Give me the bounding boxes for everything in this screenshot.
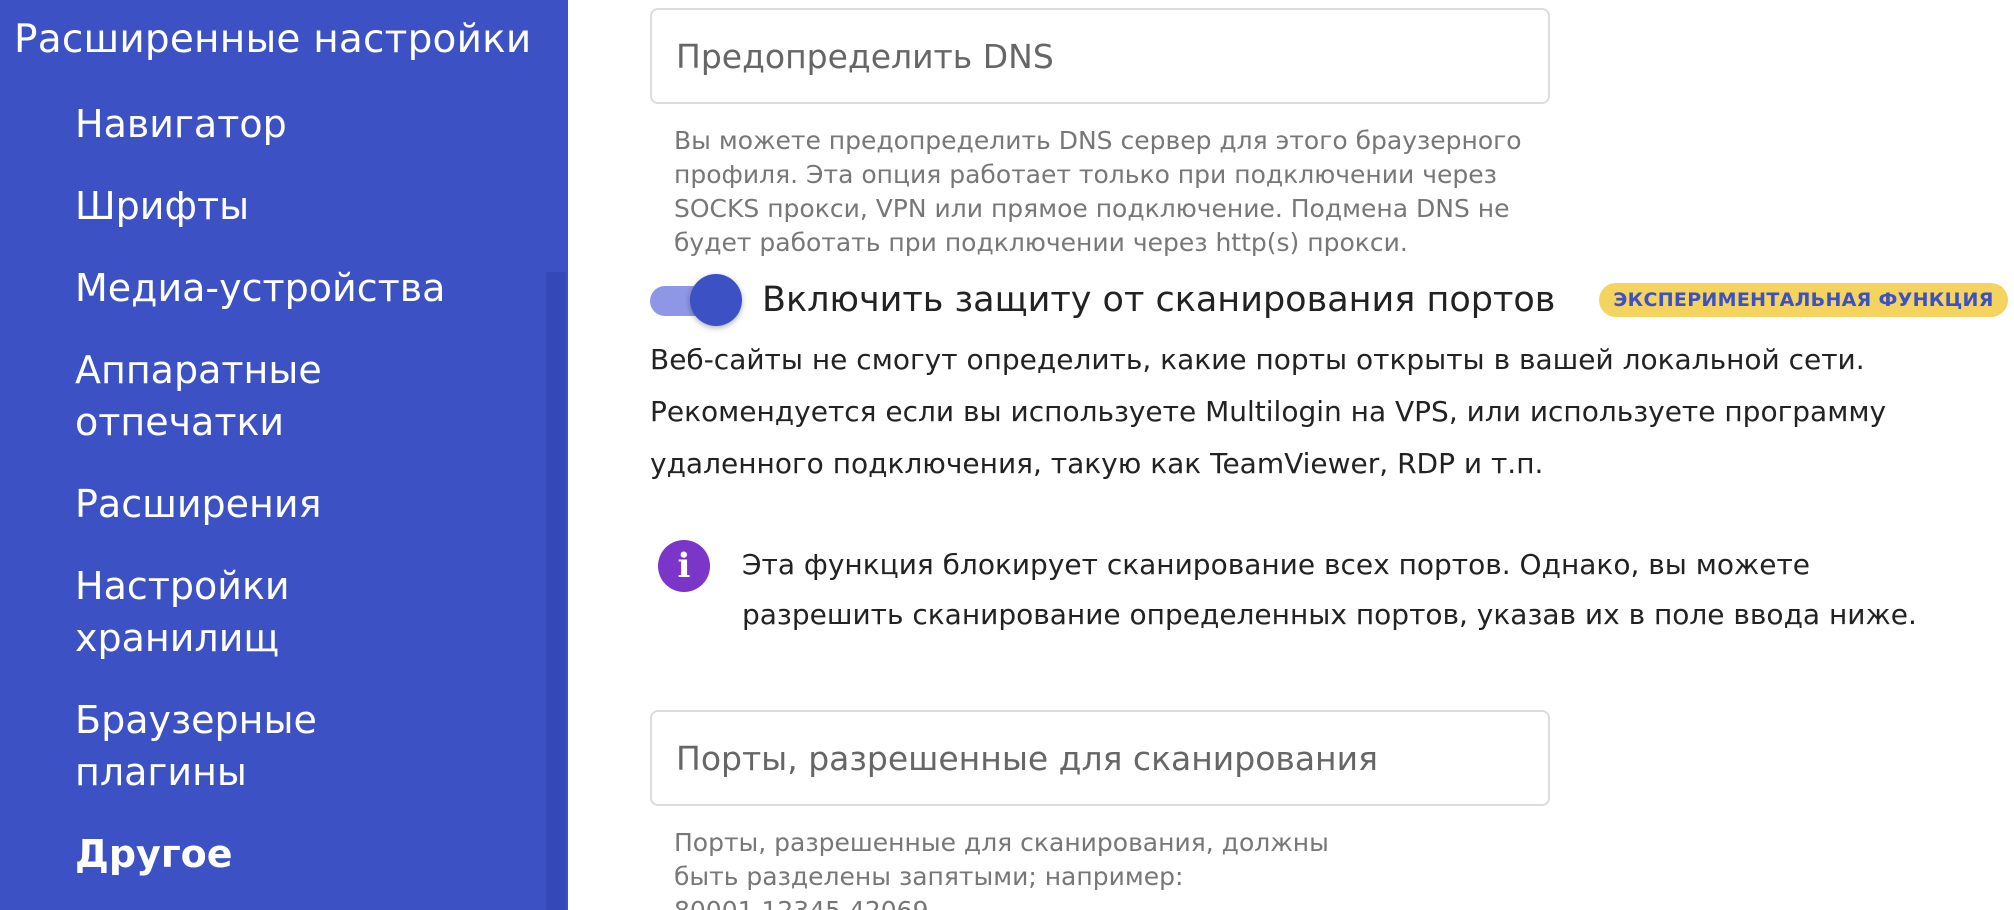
main-content: Вы можете предопределить DNS сервер для … (568, 0, 2014, 910)
ports-hint: Порты, разрешенные для сканирования, дол… (674, 828, 1329, 910)
port-scan-description: Веб-сайты не смогут определить, какие по… (650, 334, 2000, 490)
app-window: Расширенные настройки Навигатор Шрифты М… (0, 0, 2014, 910)
description-line-2: Рекомендуется если вы используете Multil… (650, 395, 1887, 480)
ports-input[interactable] (652, 712, 1548, 804)
sidebar-item-extensions[interactable]: Расширения (75, 478, 535, 530)
info-notice: i Эта функция блокирует сканирование все… (658, 540, 1998, 640)
ports-field[interactable] (650, 710, 1550, 806)
sidebar-item-browser-plugins[interactable]: Браузерные плагины (75, 694, 375, 798)
sidebar-item-media-devices[interactable]: Медиа-устройства (75, 262, 535, 314)
toggle-thumb (690, 274, 742, 326)
experimental-badge: ЭКСПЕРИМЕНТАЛЬНАЯ ФУНКЦИЯ (1599, 283, 2008, 317)
info-text: Эта функция блокирует сканирование всех … (742, 548, 1917, 631)
port-scan-toggle-label[interactable]: Включить защиту от сканирования портов (762, 280, 1555, 320)
sidebar: Расширенные настройки Навигатор Шрифты М… (0, 0, 568, 910)
info-icon: i (658, 540, 710, 592)
dns-field[interactable] (650, 8, 1550, 104)
sidebar-item-navigator[interactable]: Навигатор (75, 98, 535, 150)
sidebar-title[interactable]: Расширенные настройки (14, 14, 531, 66)
dns-hint: Вы можете предопределить DNS сервер для … (674, 126, 1522, 257)
sidebar-nav: Навигатор Шрифты Медиа-устройства Аппара… (75, 98, 535, 910)
sidebar-item-hardware-fingerprints[interactable]: Аппаратные отпечатки (75, 344, 375, 448)
sidebar-item-other[interactable]: Другое (75, 828, 535, 880)
sidebar-item-fonts[interactable]: Шрифты (75, 180, 535, 232)
description-line-1: Веб-сайты не смогут определить, какие по… (650, 343, 1865, 376)
sidebar-scrollbar[interactable] (546, 272, 566, 910)
port-scan-toggle[interactable] (650, 272, 742, 328)
port-scan-toggle-row: Включить защиту от сканирования портов Э… (650, 272, 2008, 328)
dns-input[interactable] (652, 10, 1548, 102)
sidebar-item-storage-settings[interactable]: Настройки хранилищ (75, 560, 375, 664)
